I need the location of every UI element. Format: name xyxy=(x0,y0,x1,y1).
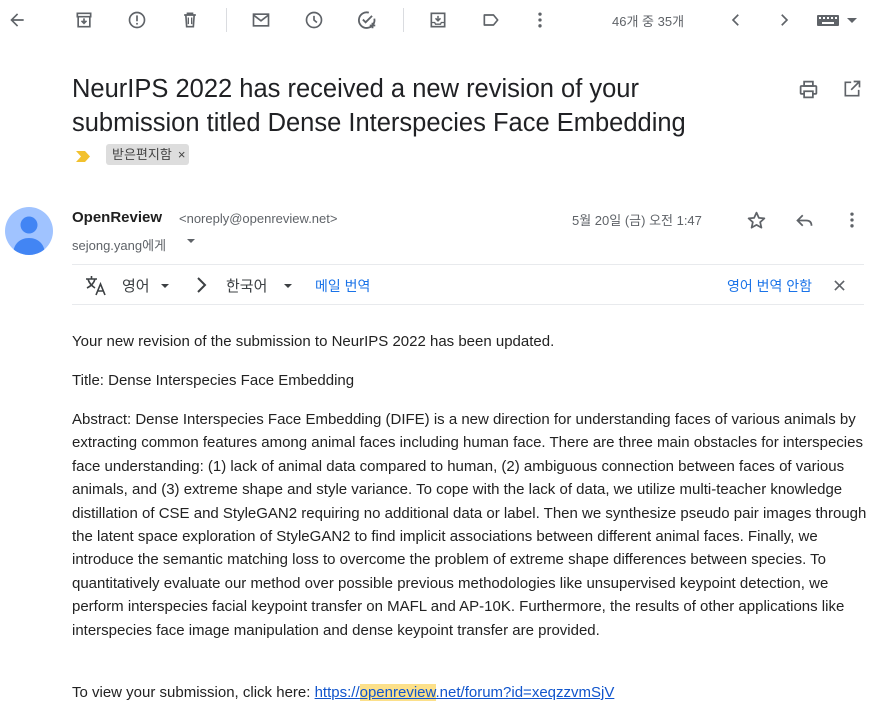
toolbar-divider xyxy=(403,8,404,32)
add-task-icon[interactable] xyxy=(355,8,379,32)
reply-icon[interactable] xyxy=(792,208,816,232)
label-icon[interactable] xyxy=(479,8,503,32)
translate-message-link[interactable]: 메일 번역 xyxy=(315,276,370,296)
source-language-select[interactable]: 영어 xyxy=(122,275,150,296)
move-to-icon[interactable] xyxy=(426,8,450,32)
submission-link-highlight: openreview xyxy=(359,684,436,701)
translate-icon xyxy=(84,273,108,297)
keyboard-icon[interactable] xyxy=(814,8,860,32)
sender-email: <noreply@openreview.net> xyxy=(179,211,338,226)
body-paragraph-intro: Your new revision of the submission to N… xyxy=(72,333,555,350)
body-paragraph-title: Title: Dense Interspecies Face Embedding xyxy=(72,372,355,389)
toolbar: 46개 중 35개 xyxy=(0,0,886,40)
submission-link-part1: https:// xyxy=(314,684,360,701)
toolbar-divider xyxy=(226,8,227,32)
snooze-icon[interactable] xyxy=(302,8,326,32)
older-chevron-icon[interactable] xyxy=(772,8,796,32)
chevron-right-icon xyxy=(192,275,212,295)
body-paragraph-abstract: Abstract: Dense Interspecies Face Embedd… xyxy=(72,411,867,639)
recipient-text: sejong.yang에게 xyxy=(72,238,167,253)
never-translate-link[interactable]: 영어 번역 안함 xyxy=(727,276,812,296)
submission-link[interactable]: https://openreview.net/forum?id=xeqzzvmS… xyxy=(314,684,615,701)
mark-unread-icon[interactable] xyxy=(249,8,273,32)
delete-icon[interactable] xyxy=(178,8,202,32)
back-arrow-icon[interactable] xyxy=(5,8,29,32)
more-vert-icon[interactable] xyxy=(528,8,552,32)
report-spam-icon[interactable] xyxy=(125,8,149,32)
newer-chevron-icon[interactable] xyxy=(724,8,748,32)
translate-bar: 영어 한국어 메일 번역 영어 번역 안함 xyxy=(72,264,864,305)
target-language-select[interactable]: 한국어 xyxy=(226,275,267,296)
submission-link-part2: .net/forum?id=xeqzzvmSjV xyxy=(435,684,615,701)
pagination-count: 46개 중 35개 xyxy=(612,14,685,29)
inbox-label-chip: 받은편지함 × xyxy=(106,144,190,165)
source-language-caret-icon[interactable] xyxy=(158,279,172,293)
sender-name: OpenReview xyxy=(72,209,163,226)
remove-label-button[interactable]: × xyxy=(178,144,186,165)
email-subject: NeurIPS 2022 has received a new revision… xyxy=(72,75,686,137)
avatar[interactable] xyxy=(5,207,53,255)
show-details-caret-icon[interactable] xyxy=(184,234,198,248)
body-paragraph-link: To view your submission, click here: htt… xyxy=(72,681,868,704)
importance-marker-icon[interactable] xyxy=(76,149,90,162)
print-icon[interactable] xyxy=(796,77,820,101)
more-vert-icon[interactable] xyxy=(840,208,864,232)
inbox-label-text: 받은편지함 xyxy=(112,147,172,162)
link-prefix-text: To view your submission, click here: xyxy=(72,684,315,701)
target-language-caret-icon[interactable] xyxy=(281,279,295,293)
email-datetime: 5월 20일 (금) 오전 1:47 xyxy=(572,213,702,228)
open-new-window-icon[interactable] xyxy=(840,77,864,101)
close-icon[interactable] xyxy=(832,278,846,292)
star-icon[interactable] xyxy=(744,208,768,232)
archive-icon[interactable] xyxy=(72,8,96,32)
